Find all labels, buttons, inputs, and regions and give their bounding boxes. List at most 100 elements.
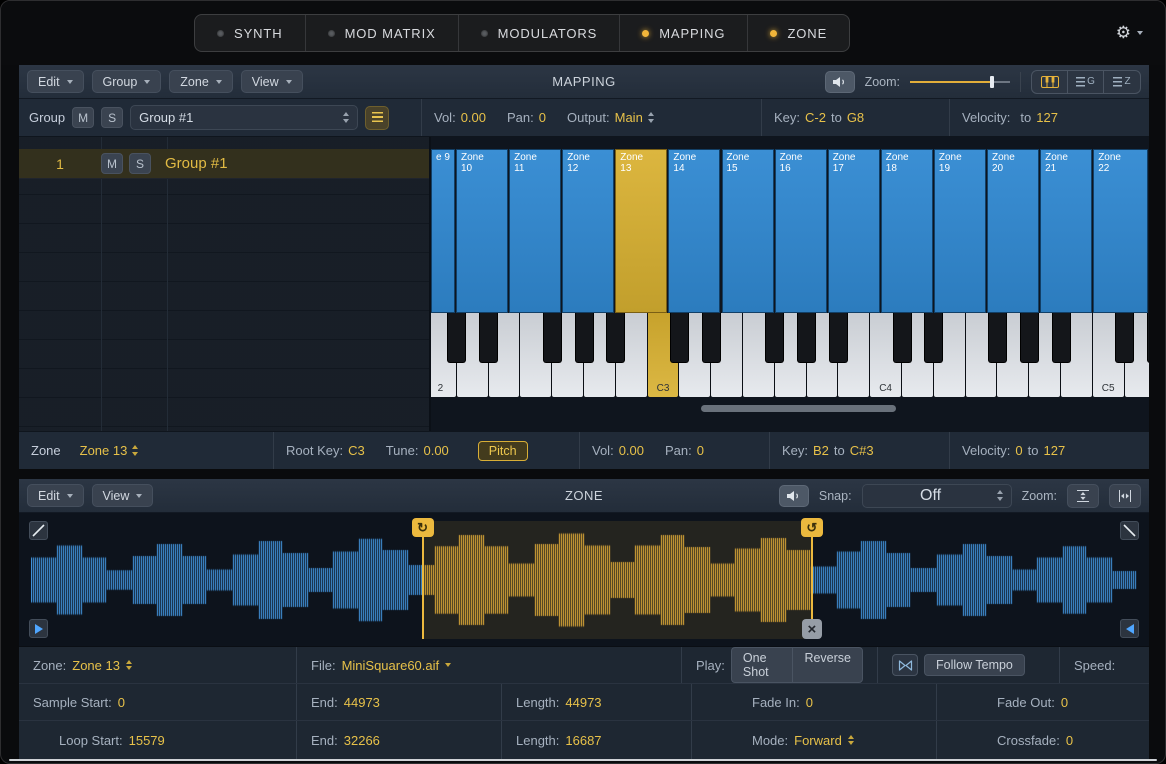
key-low-value[interactable]: B2 <box>813 443 829 458</box>
horizontal-zoom-button[interactable] <box>1109 484 1141 508</box>
waveform-display[interactable]: ↻ ↺ × <box>19 513 1149 647</box>
mapping-menu-edit[interactable]: Edit <box>27 70 84 93</box>
key-high-value[interactable]: G8 <box>847 110 864 125</box>
zone-block[interactable]: Zone20 <box>987 149 1039 313</box>
zone-menu-view[interactable]: View <box>92 484 154 507</box>
snap-dropdown[interactable]: Off <box>862 484 1012 508</box>
keyboard-view-button[interactable] <box>1032 71 1068 93</box>
black-key[interactable] <box>797 313 816 363</box>
black-key[interactable] <box>670 313 689 363</box>
waveform-canvas[interactable] <box>31 521 1137 639</box>
loop-end-marker[interactable]: ↺ <box>801 518 823 537</box>
one-shot-button[interactable]: One Shot <box>731 647 793 683</box>
zone-view-button[interactable]: Z <box>1104 71 1140 93</box>
horizontal-scrollbar[interactable] <box>701 405 896 412</box>
vertical-zoom-button[interactable] <box>1067 484 1099 508</box>
group-solo-button[interactable]: S <box>101 107 123 128</box>
zone-block[interactable]: Zone19 <box>934 149 986 313</box>
settings-button[interactable]: ⚙ <box>1116 19 1143 47</box>
velocity-low-value[interactable]: 0 <box>1015 443 1022 458</box>
zone-menu-edit[interactable]: Edit <box>27 484 84 507</box>
audition-button[interactable] <box>779 485 809 507</box>
zone-block[interactable]: e 9 <box>431 149 455 313</box>
zone-block[interactable]: Zone14 <box>668 149 720 313</box>
crossfade-loop-button[interactable] <box>892 654 918 676</box>
zone-block[interactable]: Zone15 <box>722 149 774 313</box>
output-value[interactable]: Main <box>615 110 643 125</box>
root-key-value[interactable]: C3 <box>348 443 365 458</box>
sample-start-value[interactable]: 0 <box>118 695 125 710</box>
mapping-menu-zone[interactable]: Zone <box>169 70 233 93</box>
fade-in-value[interactable]: 0 <box>806 695 813 710</box>
black-key[interactable] <box>447 313 466 363</box>
zone-select-value[interactable]: Zone 13 <box>80 443 128 458</box>
zone-value[interactable]: Zone 13 <box>72 658 120 673</box>
tab-mod-matrix[interactable]: MOD MATRIX <box>306 15 459 51</box>
loop-start-value[interactable]: 15579 <box>129 733 165 748</box>
black-key[interactable] <box>606 313 625 363</box>
follow-tempo-button[interactable]: Follow Tempo <box>924 654 1025 676</box>
zone-block[interactable]: Zone21 <box>1040 149 1092 313</box>
group-select-dropdown[interactable]: Group #1 <box>130 105 358 130</box>
zone-block[interactable]: Zone11 <box>509 149 561 313</box>
velocity-high-value[interactable]: 127 <box>1044 443 1066 458</box>
fade-in-handle[interactable] <box>29 521 48 540</box>
loop-end-value[interactable]: 32266 <box>344 733 380 748</box>
black-key[interactable] <box>988 313 1007 363</box>
zone-block[interactable]: Zone18 <box>881 149 933 313</box>
black-key[interactable] <box>924 313 943 363</box>
sample-start-handle[interactable] <box>29 619 48 638</box>
black-key[interactable] <box>893 313 912 363</box>
mapping-zoom-slider[interactable] <box>910 75 1010 89</box>
tab-modulators[interactable]: MODULATORS <box>459 15 621 51</box>
mapping-menu-group[interactable]: Group <box>92 70 162 93</box>
vol-value[interactable]: 0.00 <box>461 110 486 125</box>
fade-out-value[interactable]: 0 <box>1061 695 1068 710</box>
black-key[interactable] <box>829 313 848 363</box>
black-key[interactable] <box>575 313 594 363</box>
audition-button[interactable] <box>825 71 855 93</box>
slider-handle[interactable] <box>990 76 994 88</box>
file-value[interactable]: MiniSquare60.aif <box>342 658 440 673</box>
zone-block[interactable]: Zone16 <box>775 149 827 313</box>
pan-value[interactable]: 0 <box>697 443 704 458</box>
tune-value[interactable]: 0.00 <box>423 443 448 458</box>
tab-zone[interactable]: ZONE <box>748 15 849 51</box>
reverse-button[interactable]: Reverse <box>792 647 863 683</box>
sample-end-value[interactable]: 44973 <box>344 695 380 710</box>
black-key[interactable] <box>1052 313 1071 363</box>
zone-block[interactable]: Zone22 <box>1093 149 1148 313</box>
pan-value[interactable]: 0 <box>539 110 546 125</box>
loop-start-marker[interactable]: ↻ <box>412 518 434 537</box>
zone-block[interactable]: Zone12 <box>562 149 614 313</box>
velocity-high-value[interactable]: 127 <box>1036 110 1058 125</box>
mode-value[interactable]: Forward <box>794 733 842 748</box>
clear-loop-button[interactable]: × <box>802 619 822 639</box>
black-key[interactable] <box>1020 313 1039 363</box>
tab-synth[interactable]: SYNTH <box>195 15 306 51</box>
black-key[interactable] <box>543 313 562 363</box>
zone-block[interactable]: Zone13 <box>615 149 667 313</box>
fade-out-handle[interactable] <box>1120 521 1139 540</box>
group-view-button[interactable]: G <box>1068 71 1104 93</box>
mapping-menu-view[interactable]: View <box>241 70 303 93</box>
zone-block[interactable]: Zone10 <box>456 149 508 313</box>
black-key[interactable] <box>702 313 721 363</box>
group-row-mute-button[interactable]: M <box>101 153 123 174</box>
group-row-solo-button[interactable]: S <box>129 153 151 174</box>
vol-value[interactable]: 0.00 <box>619 443 644 458</box>
loop-length-value[interactable]: 16687 <box>565 733 601 748</box>
black-key[interactable] <box>1147 313 1149 363</box>
black-key[interactable] <box>479 313 498 363</box>
sample-end-handle[interactable] <box>1120 619 1139 638</box>
crossfade-value[interactable]: 0 <box>1066 733 1073 748</box>
group-list-toggle-button[interactable] <box>365 106 389 130</box>
zone-block[interactable]: Zone17 <box>828 149 880 313</box>
loop-start-line[interactable] <box>422 521 424 639</box>
pitch-toggle-button[interactable]: Pitch <box>478 441 528 461</box>
sample-length-value[interactable]: 44973 <box>565 695 601 710</box>
group-mute-button[interactable]: M <box>72 107 94 128</box>
black-key[interactable] <box>765 313 784 363</box>
key-high-value[interactable]: C#3 <box>850 443 874 458</box>
black-key[interactable] <box>1115 313 1134 363</box>
